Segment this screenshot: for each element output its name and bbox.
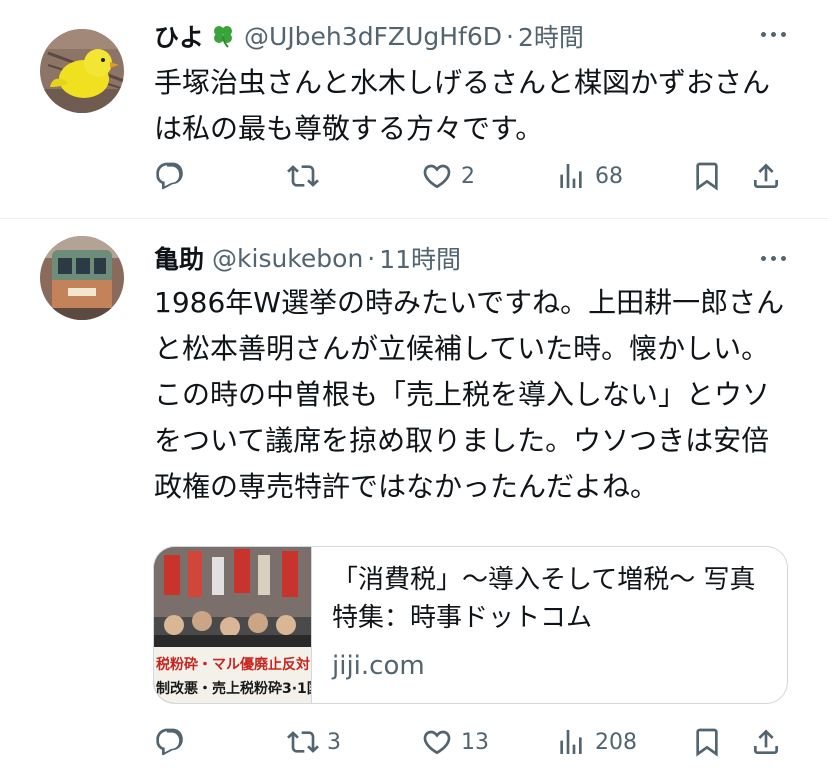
author-name[interactable]: ひよ [154,18,204,54]
link-card[interactable]: 税粉砕・マル優廃止反対 制改悪・売上税粉砕3·1国民大 「消費税」～導入そして増… [153,546,788,704]
views-icon [555,726,587,758]
repost-count: 3 [327,729,341,755]
author-handle[interactable]: @UJbeh3dFZUgHf6D [244,22,502,51]
view-count: 208 [595,729,637,755]
author-handle[interactable]: @kisukebon [212,244,363,273]
link-card-domain: jiji.com [332,651,425,681]
tweet-text: 1986年W選挙の時みたいですね。上田耕一郎さんと松本善明さんが立候補していた時… [154,286,785,503]
share-icon [750,160,782,192]
separator-dot: · [367,243,376,273]
tweet-text: 手塚治虫さんと水木しげるさんと楳図かずおさんは私の最も尊敬する方々です。 [154,66,771,145]
tweet-header: ひよ @UJbeh3dFZUgHf6D · 2時間 [154,16,584,56]
views-button[interactable]: 208 [555,722,637,762]
bookmark-button[interactable] [691,156,723,196]
views-button[interactable]: 68 [555,156,623,196]
link-card-thumbnail: 税粉砕・マル優廃止反対 制改悪・売上税粉砕3·1国民大 [154,547,312,703]
separator-dot: · [506,21,514,51]
timestamp[interactable]: 11時間 [379,240,461,276]
thumbnail-banner-text: 制改悪・売上税粉砕3·1国民大 [156,680,312,697]
action-bar: 3 13 208 [0,722,828,762]
like-button[interactable]: 13 [421,722,489,762]
like-count: 2 [461,163,475,189]
like-button[interactable]: 2 [421,156,475,196]
link-card-text: 「消費税」～導入そして増税～ 写真特集：時事ドットコム jiji.com [312,547,787,703]
reply-icon [154,160,186,192]
author-name[interactable]: 亀助 [154,240,204,276]
link-card-title: 「消費税」～導入そして増税～ 写真特集：時事ドットコム [332,565,756,633]
repost-icon [287,160,319,192]
bookmark-button[interactable] [691,722,723,762]
action-bar: 2 68 [0,156,828,196]
avatar[interactable] [40,29,124,113]
view-count: 68 [595,163,623,189]
avatar[interactable] [40,236,124,320]
four-leaf-clover-icon [210,23,236,49]
repost-icon [287,726,319,758]
tweet[interactable]: ひよ @UJbeh3dFZUgHf6D · 2時間 手塚治虫さんと水木しげるさん… [0,0,828,219]
share-button[interactable] [750,156,782,196]
more-options-icon[interactable] [761,256,786,261]
bookmark-icon [691,726,723,758]
more-options-icon[interactable] [761,32,786,37]
reply-button[interactable] [154,156,194,196]
like-count: 13 [461,729,489,755]
heart-icon [421,726,453,758]
repost-button[interactable]: 3 [287,722,341,762]
repost-button[interactable] [287,156,327,196]
share-icon [750,726,782,758]
reply-button[interactable] [154,722,194,762]
timestamp[interactable]: 2時間 [518,18,584,54]
bookmark-icon [691,160,723,192]
tweet[interactable]: 亀助 @kisukebon · 11時間 1986年W選挙の時みたいですね。上田… [0,220,828,781]
thumbnail-banner-text: 税粉砕・マル優廃止反対 [156,656,310,673]
views-icon [555,160,587,192]
share-button[interactable] [750,722,782,762]
heart-icon [421,160,453,192]
reply-icon [154,726,186,758]
tweet-header: 亀助 @kisukebon · 11時間 [154,238,461,278]
